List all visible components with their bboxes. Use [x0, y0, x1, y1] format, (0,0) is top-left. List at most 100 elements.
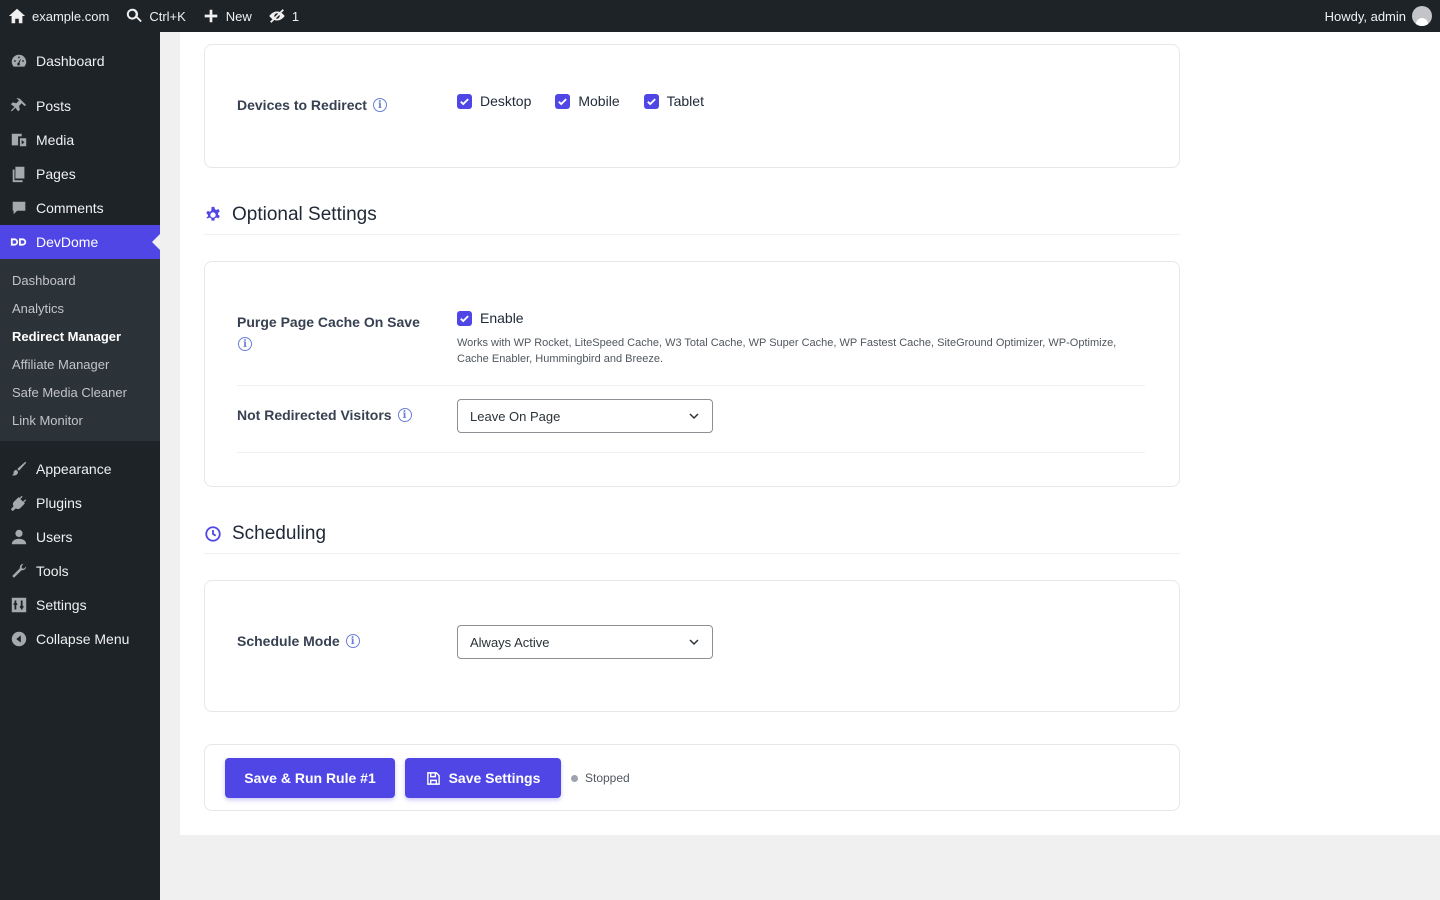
sidebar-label: Dashboard — [36, 53, 105, 69]
not-redirected-select[interactable]: Leave On Page — [457, 399, 713, 433]
schedule-mode-label-text: Schedule Mode — [237, 633, 340, 649]
devices-label: Devices to Redirect i — [237, 97, 387, 113]
avatar — [1412, 6, 1432, 26]
submenu-item-dashboard[interactable]: Dashboard — [0, 267, 160, 295]
greeting: Howdy, admin — [1324, 8, 1406, 24]
checkbox-checked-icon — [457, 310, 472, 326]
devices-label-text: Devices to Redirect — [237, 97, 367, 113]
clock-icon — [205, 525, 221, 542]
sidebar-item-settings[interactable]: Settings — [0, 588, 160, 622]
checkbox-checked-icon — [555, 93, 571, 109]
admin-sidebar: Dashboard Posts Media Pages Comments Dev… — [0, 32, 160, 900]
divider — [237, 452, 1145, 453]
sidebar-label: Appearance — [36, 461, 112, 477]
checkbox-checked-icon — [643, 93, 659, 109]
media-icon — [11, 133, 27, 147]
checkbox-label: Tablet — [666, 93, 704, 109]
checkbox-checked-icon — [457, 93, 472, 109]
purge-cache-enable-checkbox[interactable]: Enable — [457, 310, 524, 326]
sidebar-label: Comments — [36, 200, 104, 216]
site-name: example.com — [32, 8, 110, 24]
device-mobile-checkbox[interactable]: Mobile — [555, 93, 620, 109]
purge-cache-help-text: Works with WP Rocket, LiteSpeed Cache, W… — [457, 337, 1117, 365]
sidebar-item-appearance[interactable]: Appearance — [0, 452, 160, 486]
new-label: New — [225, 8, 252, 24]
submenu-item-affiliate-manager[interactable]: Affiliate Manager — [0, 351, 160, 379]
devdome-submenu: Dashboard Analytics Redirect Manager Aff… — [0, 259, 160, 441]
sidebar-label: Tools — [36, 563, 69, 579]
chevron-down-icon — [689, 413, 699, 420]
sidebar-label: Collapse Menu — [36, 631, 130, 647]
info-icon[interactable]: i — [238, 337, 252, 351]
floppy-disk-icon — [426, 771, 440, 785]
sidebar-item-plugins[interactable]: Plugins — [0, 486, 160, 520]
collapse-menu-button[interactable]: Collapse Menu — [0, 622, 160, 656]
sidebar-item-dashboard[interactable]: Dashboard — [0, 44, 160, 78]
sidebar-item-comments[interactable]: Comments — [0, 191, 160, 225]
checkbox-label: Enable — [480, 310, 524, 326]
device-tablet-checkbox[interactable]: Tablet — [643, 93, 704, 109]
visibility-toggle[interactable]: 1 — [260, 0, 307, 32]
search-icon — [127, 8, 143, 23]
sidebar-item-users[interactable]: Users — [0, 520, 160, 554]
not-redirected-label: Not Redirected Visitors i — [237, 407, 412, 423]
save-settings-button[interactable]: Save Settings — [405, 758, 561, 798]
sidebar-label: Pages — [36, 166, 76, 182]
scheduling-heading: Scheduling — [204, 514, 1180, 554]
comment-icon — [12, 201, 26, 215]
submenu-item-redirect-manager[interactable]: Redirect Manager — [0, 323, 160, 351]
run-status: Stopped — [571, 771, 630, 785]
sidebar-label: Media — [36, 132, 75, 148]
sidebar-item-posts[interactable]: Posts — [0, 89, 160, 123]
save-and-run-button[interactable]: Save & Run Rule #1 — [225, 758, 395, 798]
pin-icon — [10, 97, 27, 112]
submenu-item-safe-media-cleaner[interactable]: Safe Media Cleaner — [0, 379, 160, 407]
schedule-mode-label: Schedule Mode i — [237, 633, 360, 649]
submenu-item-analytics[interactable]: Analytics — [0, 295, 160, 323]
new-content-button[interactable]: New — [194, 0, 260, 32]
sidebar-item-tools[interactable]: Tools — [0, 554, 160, 588]
sliders-icon — [11, 597, 27, 613]
search-shortcut[interactable]: Ctrl+K — [117, 0, 193, 32]
collapse-icon — [11, 631, 27, 647]
checkbox-label: Desktop — [480, 93, 532, 109]
pages-icon — [12, 166, 25, 183]
sidebar-item-media[interactable]: Media — [0, 123, 160, 157]
optional-settings-card — [204, 261, 1180, 487]
user-icon — [11, 529, 27, 545]
admin-bar: example.com Ctrl+K New 1 Howdy, admin — [0, 0, 1440, 32]
gear-icon — [206, 206, 220, 221]
device-desktop-checkbox[interactable]: Desktop — [457, 93, 531, 109]
button-label: Save & Run Rule #1 — [244, 770, 376, 786]
purge-cache-label: Purge Page Cache On Save — [237, 314, 437, 330]
sidebar-label: Plugins — [36, 495, 82, 511]
info-icon[interactable]: i — [345, 634, 360, 648]
divider — [237, 385, 1145, 386]
chevron-down-icon — [689, 639, 699, 646]
account-menu[interactable]: Howdy, admin — [1317, 0, 1440, 32]
wrench-icon — [12, 563, 27, 578]
sidebar-label: Posts — [36, 98, 72, 114]
select-value: Always Active — [470, 634, 550, 650]
site-link[interactable]: example.com — [0, 0, 117, 32]
plus-icon — [204, 9, 218, 23]
optional-settings-heading: Optional Settings — [204, 195, 1180, 235]
sidebar-label: Users — [36, 529, 73, 545]
status-dot — [571, 774, 578, 782]
info-icon[interactable]: i — [397, 408, 412, 422]
button-label: Save Settings — [448, 770, 541, 786]
info-icon[interactable]: i — [372, 98, 387, 112]
sidebar-label: Settings — [36, 597, 87, 613]
checkbox-label: Mobile — [578, 93, 620, 109]
select-value: Leave On Page — [470, 408, 561, 424]
sidebar-label: DevDome — [36, 234, 99, 250]
plug-icon — [10, 495, 27, 512]
sidebar-item-devdome[interactable]: DevDome — [0, 225, 160, 259]
hidden-count: 1 — [291, 8, 300, 24]
purge-cache-label-text: Purge Page Cache On Save — [237, 314, 420, 330]
submenu-item-link-monitor[interactable]: Link Monitor — [0, 407, 160, 435]
devdome-icon — [10, 238, 27, 246]
dashboard-icon — [11, 54, 27, 67]
schedule-mode-select[interactable]: Always Active — [457, 625, 713, 659]
sidebar-item-pages[interactable]: Pages — [0, 157, 160, 191]
